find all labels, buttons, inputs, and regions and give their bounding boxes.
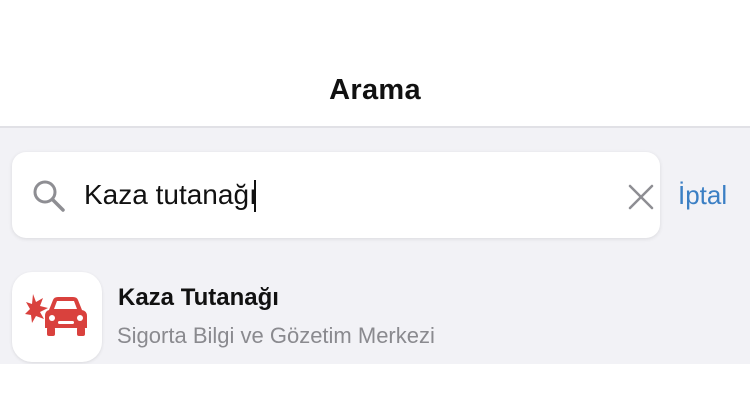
- cancel-button[interactable]: İptal: [678, 180, 727, 211]
- car-crash-icon: [25, 294, 87, 336]
- list-item[interactable]: Kaza Tutanağı Sigorta Bilgi ve Gözetim M…: [0, 270, 750, 364]
- text-cursor: [254, 180, 256, 212]
- search-content: İptal Kaza Tutanağı Sigorta Bilgi ve G: [0, 128, 750, 364]
- result-subtitle: Sigorta Bilgi ve Gözetim Merkezi: [117, 323, 435, 348]
- search-input[interactable]: [84, 174, 604, 216]
- clear-icon[interactable]: [627, 183, 655, 211]
- result-title: Kaza Tutanağı: [118, 284, 279, 311]
- bottom-area: [0, 364, 750, 415]
- app-icon: [12, 272, 102, 362]
- search-field[interactable]: [12, 152, 660, 238]
- search-icon: [33, 180, 65, 212]
- page-title: Arama: [329, 74, 421, 106]
- navigation-bar: Arama: [0, 0, 750, 128]
